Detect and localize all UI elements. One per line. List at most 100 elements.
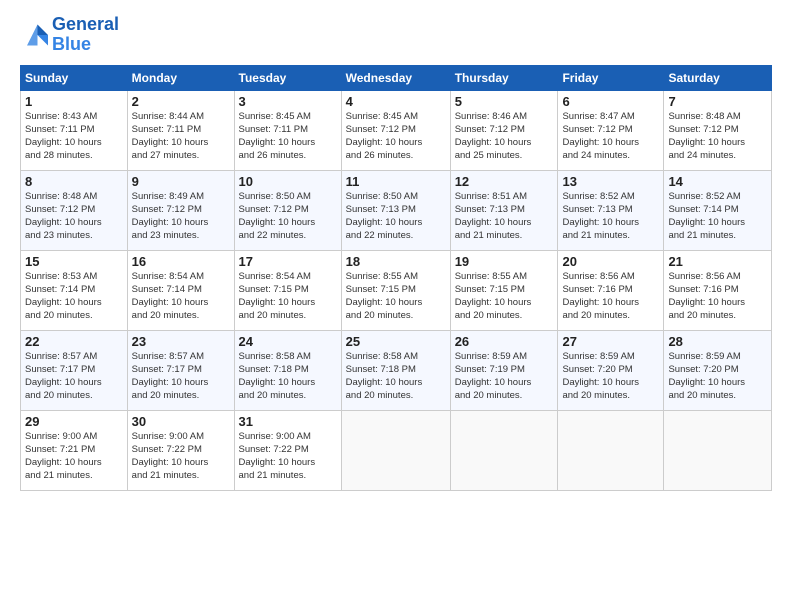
calendar-day-cell <box>558 410 664 490</box>
calendar-day-cell: 19Sunrise: 8:55 AM Sunset: 7:15 PM Dayli… <box>450 250 558 330</box>
day-number: 10 <box>239 174 337 189</box>
day-number: 12 <box>455 174 554 189</box>
page-header: General Blue <box>20 15 772 55</box>
calendar-day-cell: 7Sunrise: 8:48 AM Sunset: 7:12 PM Daylig… <box>664 90 772 170</box>
day-number: 15 <box>25 254 123 269</box>
day-info: Sunrise: 8:55 AM Sunset: 7:15 PM Dayligh… <box>346 270 446 323</box>
day-info: Sunrise: 8:52 AM Sunset: 7:13 PM Dayligh… <box>562 190 659 243</box>
day-number: 26 <box>455 334 554 349</box>
logo: General Blue <box>20 15 119 55</box>
day-number: 9 <box>132 174 230 189</box>
calendar-day-cell <box>450 410 558 490</box>
calendar-week-row: 29Sunrise: 9:00 AM Sunset: 7:21 PM Dayli… <box>21 410 772 490</box>
calendar-day-cell: 25Sunrise: 8:58 AM Sunset: 7:18 PM Dayli… <box>341 330 450 410</box>
day-number: 11 <box>346 174 446 189</box>
day-number: 22 <box>25 334 123 349</box>
day-info: Sunrise: 8:54 AM Sunset: 7:15 PM Dayligh… <box>239 270 337 323</box>
day-number: 14 <box>668 174 767 189</box>
calendar-day-cell: 15Sunrise: 8:53 AM Sunset: 7:14 PM Dayli… <box>21 250 128 330</box>
day-info: Sunrise: 8:46 AM Sunset: 7:12 PM Dayligh… <box>455 110 554 163</box>
day-number: 29 <box>25 414 123 429</box>
calendar-day-cell: 24Sunrise: 8:58 AM Sunset: 7:18 PM Dayli… <box>234 330 341 410</box>
day-info: Sunrise: 9:00 AM Sunset: 7:22 PM Dayligh… <box>239 430 337 483</box>
weekday-header-cell: Wednesday <box>341 65 450 90</box>
day-number: 30 <box>132 414 230 429</box>
calendar-day-cell: 14Sunrise: 8:52 AM Sunset: 7:14 PM Dayli… <box>664 170 772 250</box>
calendar-day-cell: 26Sunrise: 8:59 AM Sunset: 7:19 PM Dayli… <box>450 330 558 410</box>
day-info: Sunrise: 8:57 AM Sunset: 7:17 PM Dayligh… <box>25 350 123 403</box>
day-info: Sunrise: 8:59 AM Sunset: 7:19 PM Dayligh… <box>455 350 554 403</box>
day-info: Sunrise: 8:49 AM Sunset: 7:12 PM Dayligh… <box>132 190 230 243</box>
weekday-header-cell: Tuesday <box>234 65 341 90</box>
calendar-day-cell: 3Sunrise: 8:45 AM Sunset: 7:11 PM Daylig… <box>234 90 341 170</box>
day-info: Sunrise: 8:48 AM Sunset: 7:12 PM Dayligh… <box>668 110 767 163</box>
day-number: 18 <box>346 254 446 269</box>
day-number: 27 <box>562 334 659 349</box>
weekday-header-cell: Monday <box>127 65 234 90</box>
calendar-table: SundayMondayTuesdayWednesdayThursdayFrid… <box>20 65 772 491</box>
calendar-day-cell: 30Sunrise: 9:00 AM Sunset: 7:22 PM Dayli… <box>127 410 234 490</box>
day-number: 6 <box>562 94 659 109</box>
day-info: Sunrise: 8:59 AM Sunset: 7:20 PM Dayligh… <box>668 350 767 403</box>
calendar-day-cell: 17Sunrise: 8:54 AM Sunset: 7:15 PM Dayli… <box>234 250 341 330</box>
logo-text: General Blue <box>52 15 119 55</box>
day-number: 31 <box>239 414 337 429</box>
calendar-day-cell: 1Sunrise: 8:43 AM Sunset: 7:11 PM Daylig… <box>21 90 128 170</box>
calendar-day-cell: 10Sunrise: 8:50 AM Sunset: 7:12 PM Dayli… <box>234 170 341 250</box>
calendar-day-cell: 21Sunrise: 8:56 AM Sunset: 7:16 PM Dayli… <box>664 250 772 330</box>
calendar-day-cell: 27Sunrise: 8:59 AM Sunset: 7:20 PM Dayli… <box>558 330 664 410</box>
day-info: Sunrise: 9:00 AM Sunset: 7:21 PM Dayligh… <box>25 430 123 483</box>
day-number: 28 <box>668 334 767 349</box>
calendar-day-cell: 13Sunrise: 8:52 AM Sunset: 7:13 PM Dayli… <box>558 170 664 250</box>
day-number: 2 <box>132 94 230 109</box>
day-info: Sunrise: 8:47 AM Sunset: 7:12 PM Dayligh… <box>562 110 659 163</box>
day-info: Sunrise: 8:57 AM Sunset: 7:17 PM Dayligh… <box>132 350 230 403</box>
day-number: 4 <box>346 94 446 109</box>
calendar-day-cell: 8Sunrise: 8:48 AM Sunset: 7:12 PM Daylig… <box>21 170 128 250</box>
weekday-header-cell: Saturday <box>664 65 772 90</box>
calendar-week-row: 8Sunrise: 8:48 AM Sunset: 7:12 PM Daylig… <box>21 170 772 250</box>
calendar-day-cell <box>664 410 772 490</box>
day-info: Sunrise: 8:44 AM Sunset: 7:11 PM Dayligh… <box>132 110 230 163</box>
day-number: 23 <box>132 334 230 349</box>
calendar-day-cell: 28Sunrise: 8:59 AM Sunset: 7:20 PM Dayli… <box>664 330 772 410</box>
day-number: 19 <box>455 254 554 269</box>
calendar-day-cell <box>341 410 450 490</box>
calendar-body: 1Sunrise: 8:43 AM Sunset: 7:11 PM Daylig… <box>21 90 772 490</box>
day-number: 17 <box>239 254 337 269</box>
day-number: 20 <box>562 254 659 269</box>
calendar-day-cell: 22Sunrise: 8:57 AM Sunset: 7:17 PM Dayli… <box>21 330 128 410</box>
day-info: Sunrise: 8:56 AM Sunset: 7:16 PM Dayligh… <box>668 270 767 323</box>
day-info: Sunrise: 8:50 AM Sunset: 7:13 PM Dayligh… <box>346 190 446 243</box>
calendar-day-cell: 29Sunrise: 9:00 AM Sunset: 7:21 PM Dayli… <box>21 410 128 490</box>
day-number: 8 <box>25 174 123 189</box>
day-number: 24 <box>239 334 337 349</box>
day-info: Sunrise: 8:45 AM Sunset: 7:12 PM Dayligh… <box>346 110 446 163</box>
day-info: Sunrise: 8:59 AM Sunset: 7:20 PM Dayligh… <box>562 350 659 403</box>
calendar-day-cell: 12Sunrise: 8:51 AM Sunset: 7:13 PM Dayli… <box>450 170 558 250</box>
calendar-week-row: 1Sunrise: 8:43 AM Sunset: 7:11 PM Daylig… <box>21 90 772 170</box>
day-info: Sunrise: 8:54 AM Sunset: 7:14 PM Dayligh… <box>132 270 230 323</box>
calendar-day-cell: 18Sunrise: 8:55 AM Sunset: 7:15 PM Dayli… <box>341 250 450 330</box>
weekday-header-cell: Thursday <box>450 65 558 90</box>
weekday-header-row: SundayMondayTuesdayWednesdayThursdayFrid… <box>21 65 772 90</box>
weekday-header-cell: Sunday <box>21 65 128 90</box>
calendar-day-cell: 4Sunrise: 8:45 AM Sunset: 7:12 PM Daylig… <box>341 90 450 170</box>
day-info: Sunrise: 8:58 AM Sunset: 7:18 PM Dayligh… <box>239 350 337 403</box>
day-info: Sunrise: 8:56 AM Sunset: 7:16 PM Dayligh… <box>562 270 659 323</box>
calendar-day-cell: 5Sunrise: 8:46 AM Sunset: 7:12 PM Daylig… <box>450 90 558 170</box>
day-number: 21 <box>668 254 767 269</box>
calendar-day-cell: 23Sunrise: 8:57 AM Sunset: 7:17 PM Dayli… <box>127 330 234 410</box>
weekday-header-cell: Friday <box>558 65 664 90</box>
day-number: 7 <box>668 94 767 109</box>
calendar-day-cell: 9Sunrise: 8:49 AM Sunset: 7:12 PM Daylig… <box>127 170 234 250</box>
day-info: Sunrise: 8:52 AM Sunset: 7:14 PM Dayligh… <box>668 190 767 243</box>
day-number: 1 <box>25 94 123 109</box>
calendar-week-row: 15Sunrise: 8:53 AM Sunset: 7:14 PM Dayli… <box>21 250 772 330</box>
calendar-day-cell: 20Sunrise: 8:56 AM Sunset: 7:16 PM Dayli… <box>558 250 664 330</box>
calendar-day-cell: 31Sunrise: 9:00 AM Sunset: 7:22 PM Dayli… <box>234 410 341 490</box>
logo-icon <box>20 21 48 49</box>
day-number: 5 <box>455 94 554 109</box>
day-info: Sunrise: 8:55 AM Sunset: 7:15 PM Dayligh… <box>455 270 554 323</box>
day-info: Sunrise: 9:00 AM Sunset: 7:22 PM Dayligh… <box>132 430 230 483</box>
